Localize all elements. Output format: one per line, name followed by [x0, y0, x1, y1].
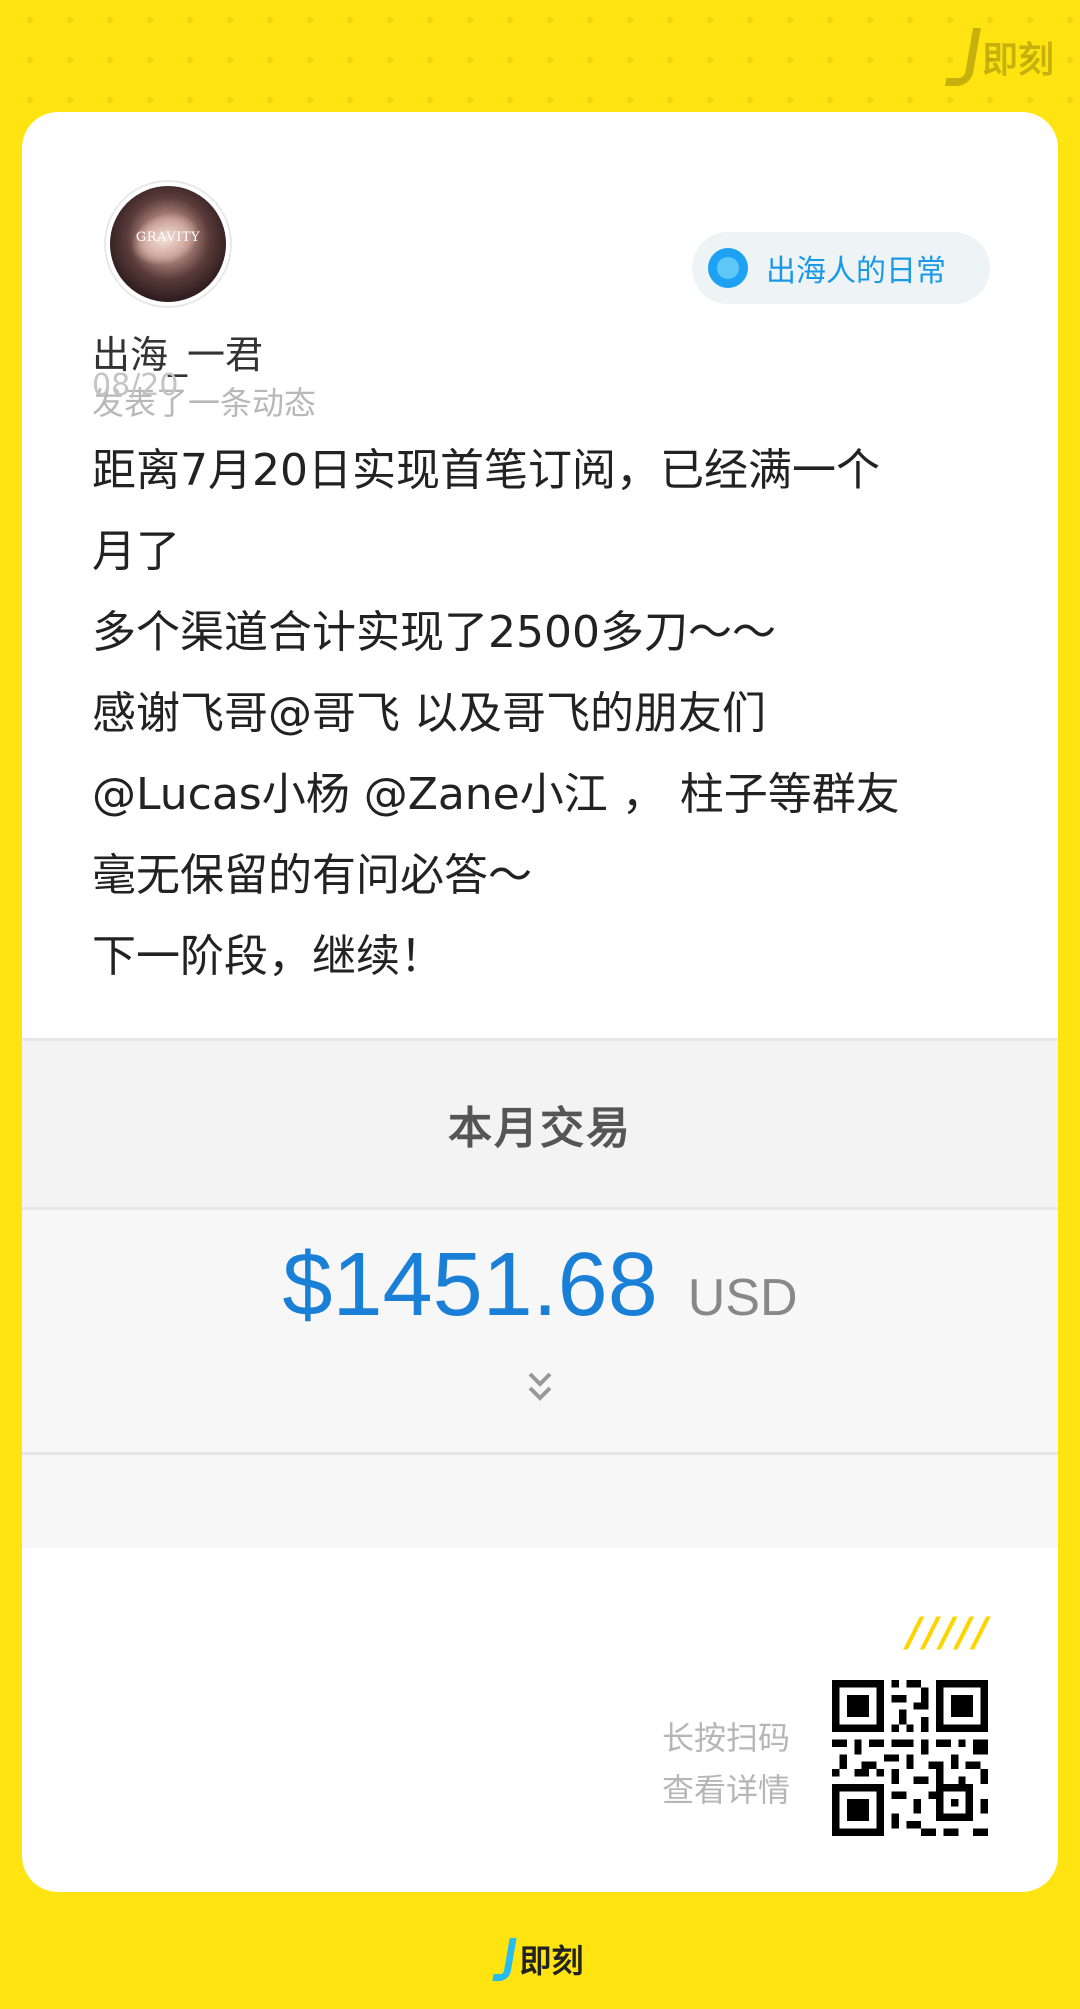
post-line: @Lucas小杨 @Zane小江 ， 柱子等群友 — [92, 769, 900, 820]
double-chevron-down-svg — [528, 1372, 552, 1401]
post-line: 下一阶段，继续！ — [92, 931, 444, 982]
double-chevron-down-icon — [22, 1370, 1058, 1404]
jike-j-icon — [944, 28, 982, 86]
topic-label: 出海人的日常 — [766, 254, 946, 289]
transaction-amount: $1451.68 — [282, 1235, 658, 1335]
post-card: GRAVITY 出海_一君 发表了一条动态 出海人的日常 08/20 距离7月2… — [22, 112, 1058, 1892]
qr-code-icon[interactable] — [832, 1680, 988, 1836]
decorative-slashes: ///// — [906, 1610, 990, 1656]
currency-label: USD — [687, 1269, 798, 1327]
jike-j-icon — [492, 1937, 518, 1981]
post-line: 感谢飞哥@哥飞 以及哥飞的朋友们 — [92, 688, 766, 739]
qr-caption: 长按扫码 查看详情 — [662, 1712, 790, 1816]
embed-header: 本月交易 — [22, 1038, 1058, 1210]
embed-amount-row: $1451.68 USD — [22, 1234, 1058, 1337]
background-dots — [0, 0, 1080, 120]
embedded-screenshot[interactable]: 本月交易 $1451.68 USD — [22, 1038, 1058, 1548]
embed-divider — [22, 1452, 1058, 1455]
embed-header-title: 本月交易 — [448, 1103, 632, 1154]
qr-caption-line1: 长按扫码 — [662, 1719, 791, 1757]
post-line: 毫无保留的有问必答～ — [92, 850, 532, 901]
qr-caption-line2: 查看详情 — [662, 1771, 791, 1809]
post-line: 多个渠道合计实现了2500多刀～～ — [92, 607, 776, 658]
avatar-text: GRAVITY — [135, 230, 201, 245]
brand-name-bottom: 即刻 — [519, 1942, 584, 1980]
brand-logo-bottom: 即刻 — [0, 1936, 1080, 1982]
topic-pill[interactable]: 出海人的日常 — [692, 232, 990, 304]
post-line: 距离7月20日实现首笔订阅，已经满一个 — [92, 445, 880, 496]
brand-name-top: 即刻 — [981, 40, 1054, 81]
brand-logo-top: 即刻 — [944, 28, 1054, 86]
post-date: 08/20 — [92, 368, 179, 403]
avatar[interactable]: GRAVITY — [106, 182, 230, 306]
post-body: 距离7月20日实现首笔订阅，已经满一个 月了 多个渠道合计实现了2500多刀～～… — [92, 430, 1012, 997]
post-line: 月了 — [92, 526, 180, 577]
topic-circle-icon — [708, 248, 748, 288]
